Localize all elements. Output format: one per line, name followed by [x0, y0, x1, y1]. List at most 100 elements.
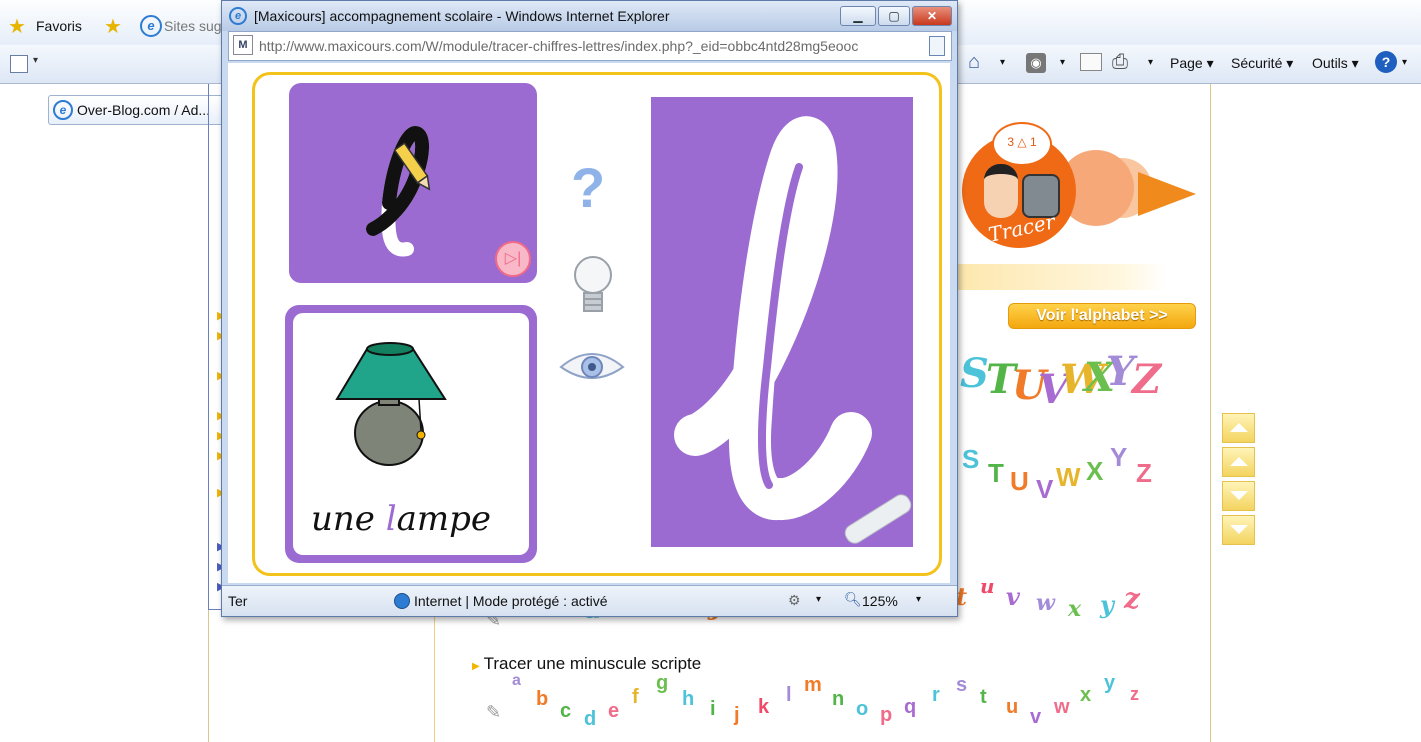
letter-link[interactable]: m [804, 674, 822, 697]
replay-button[interactable]: ▷| [495, 241, 531, 277]
letter-link[interactable]: h [682, 688, 694, 711]
chevron-down-icon[interactable]: ▾ [33, 55, 38, 66]
letter-link[interactable]: Y [1110, 442, 1127, 473]
word-label: une lampe [311, 499, 491, 539]
popup-titlebar[interactable]: e [Maxicours] accompagnement scolaire - … [222, 1, 957, 31]
letter-link[interactable]: X [1086, 456, 1103, 487]
favorites-label[interactable]: Favoris [36, 18, 82, 34]
favorites-star-icon[interactable]: ★ [8, 14, 26, 39]
letter-link[interactable]: u [1006, 696, 1018, 719]
letter-link[interactable]: S [960, 350, 989, 397]
page-menu[interactable]: Page ▾ [1170, 55, 1214, 72]
letter-link[interactable]: S [962, 444, 979, 475]
close-button[interactable]: ✕ [912, 6, 952, 26]
maximize-button[interactable]: ▢ [878, 6, 910, 26]
address-bar[interactable]: M http://www.maxicours.com/W/module/trac… [228, 31, 952, 61]
minimize-button[interactable]: ▁ [840, 6, 876, 26]
print-icon[interactable]: ⎙ [1112, 51, 1128, 74]
letter-link[interactable]: t [980, 686, 987, 709]
gradient-band [956, 264, 1166, 290]
zoom-icon[interactable]: 🔍︎ [844, 591, 862, 608]
letter-link[interactable]: y [1104, 672, 1115, 695]
letter-link[interactable]: W [1056, 462, 1081, 493]
letter-link[interactable]: n [832, 688, 844, 711]
show-eye-icon[interactable] [557, 347, 627, 387]
letter-link[interactable]: g [656, 672, 668, 695]
letter-link[interactable]: x [1068, 596, 1081, 622]
letter-link[interactable]: U [1010, 466, 1029, 497]
letter-link[interactable]: l [786, 684, 792, 707]
url-text[interactable]: http://www.maxicours.com/W/module/tracer… [259, 38, 919, 54]
suggested-sites-label[interactable]: Sites sug [164, 18, 222, 34]
letter-link[interactable]: x [1080, 684, 1091, 707]
letter-link[interactable]: Y [1106, 348, 1135, 395]
tools-menu[interactable]: Outils ▾ [1312, 55, 1359, 72]
letter-link[interactable]: b [536, 688, 548, 711]
letter-link[interactable]: w [1036, 590, 1055, 616]
voir-alphabet-button[interactable]: Voir l'alphabet >> [1008, 303, 1196, 329]
letter-link[interactable]: j [734, 704, 740, 727]
chevron-down-icon[interactable]: ▾ [1402, 57, 1407, 68]
letter-link[interactable]: r [932, 684, 940, 707]
quick-tabs-icon[interactable] [10, 55, 28, 73]
tracing-demo-card[interactable]: ▷| [289, 83, 537, 283]
letter-link[interactable]: d [584, 708, 596, 731]
child-mascot-icon [984, 164, 1018, 218]
popup-statusbar: Ter Internet | Mode protégé : activé ⚙ ▾… [222, 585, 957, 616]
help-icon[interactable]: ? [1375, 51, 1397, 73]
protected-mode-icon[interactable]: ⚙ [788, 592, 801, 609]
chevron-down-icon[interactable]: ▾ [816, 594, 821, 605]
letter-link[interactable]: s [956, 674, 967, 697]
letter-link[interactable]: p [880, 704, 892, 727]
hint-lightbulb-icon[interactable] [569, 251, 617, 321]
game-frame: ▷| une lampe ? [252, 72, 942, 576]
add-favorite-icon[interactable]: ★ [104, 14, 122, 39]
security-menu-label: Sécurité [1231, 55, 1283, 71]
scroll-top-button[interactable] [1222, 413, 1255, 443]
mail-icon[interactable] [1080, 53, 1102, 71]
letter-link[interactable]: f [632, 686, 639, 709]
letter-link[interactable]: v [1030, 706, 1041, 729]
letter-link[interactable]: u [980, 574, 995, 598]
letter-link[interactable]: v [1006, 582, 1020, 611]
letter-link[interactable]: q [904, 696, 916, 719]
feeds-icon[interactable]: ◉ [1026, 53, 1046, 73]
letter-link[interactable]: o [856, 698, 868, 721]
letter-link[interactable]: V [1036, 474, 1053, 505]
word-suffix: ampe [396, 499, 492, 539]
scroll-up-button[interactable] [1222, 447, 1255, 477]
letter-link[interactable]: z [1130, 684, 1139, 705]
scroll-down-button[interactable] [1222, 481, 1255, 511]
security-menu[interactable]: Sécurité ▾ [1231, 55, 1293, 72]
letter-link[interactable]: w [1054, 696, 1070, 719]
letter-link[interactable]: z [1124, 582, 1140, 615]
home-icon[interactable]: ⌂ [968, 51, 980, 74]
word-highlight-letter: l [385, 499, 397, 539]
section-heading[interactable]: ▶ Tracer une minuscule scripte [472, 654, 701, 674]
security-zone[interactable]: Internet | Mode protégé : activé [414, 593, 608, 609]
chevron-down-icon[interactable]: ▾ [1060, 57, 1065, 68]
zoom-level[interactable]: 125% [862, 593, 898, 609]
chevron-down-icon[interactable]: ▾ [1148, 57, 1153, 68]
help-question-icon[interactable]: ? [571, 155, 605, 220]
tracing-letter [674, 116, 872, 520]
scroll-bottom-button[interactable] [1222, 515, 1255, 545]
site-favicon-icon: M [233, 35, 253, 55]
tracing-board[interactable] [651, 97, 915, 548]
letter-link[interactable]: c [560, 700, 571, 723]
browser-tab[interactable]: e Over-Blog.com / Ad... [48, 95, 225, 125]
print-lowercase-row: ✎ a b c d e f g h i j k l m n o p q r s … [480, 672, 1160, 742]
letter-link[interactable]: i [710, 698, 716, 721]
letter-link[interactable]: y [1100, 590, 1114, 619]
chevron-down-icon[interactable]: ▾ [916, 594, 921, 605]
word-picture-card: une lampe [285, 305, 537, 563]
letter-link[interactable]: Z [1136, 458, 1152, 489]
tracer-minuscule-scripte-label[interactable]: Tracer une minuscule scripte [484, 654, 702, 673]
letter-link[interactable]: e [608, 700, 619, 723]
chevron-down-icon[interactable]: ▾ [1000, 57, 1005, 68]
letter-link[interactable]: a [512, 672, 521, 690]
letter-link[interactable]: k [758, 696, 769, 719]
page-icon[interactable] [929, 36, 945, 56]
letter-link[interactable]: T [988, 458, 1004, 489]
letter-link[interactable]: Z [1132, 356, 1161, 403]
